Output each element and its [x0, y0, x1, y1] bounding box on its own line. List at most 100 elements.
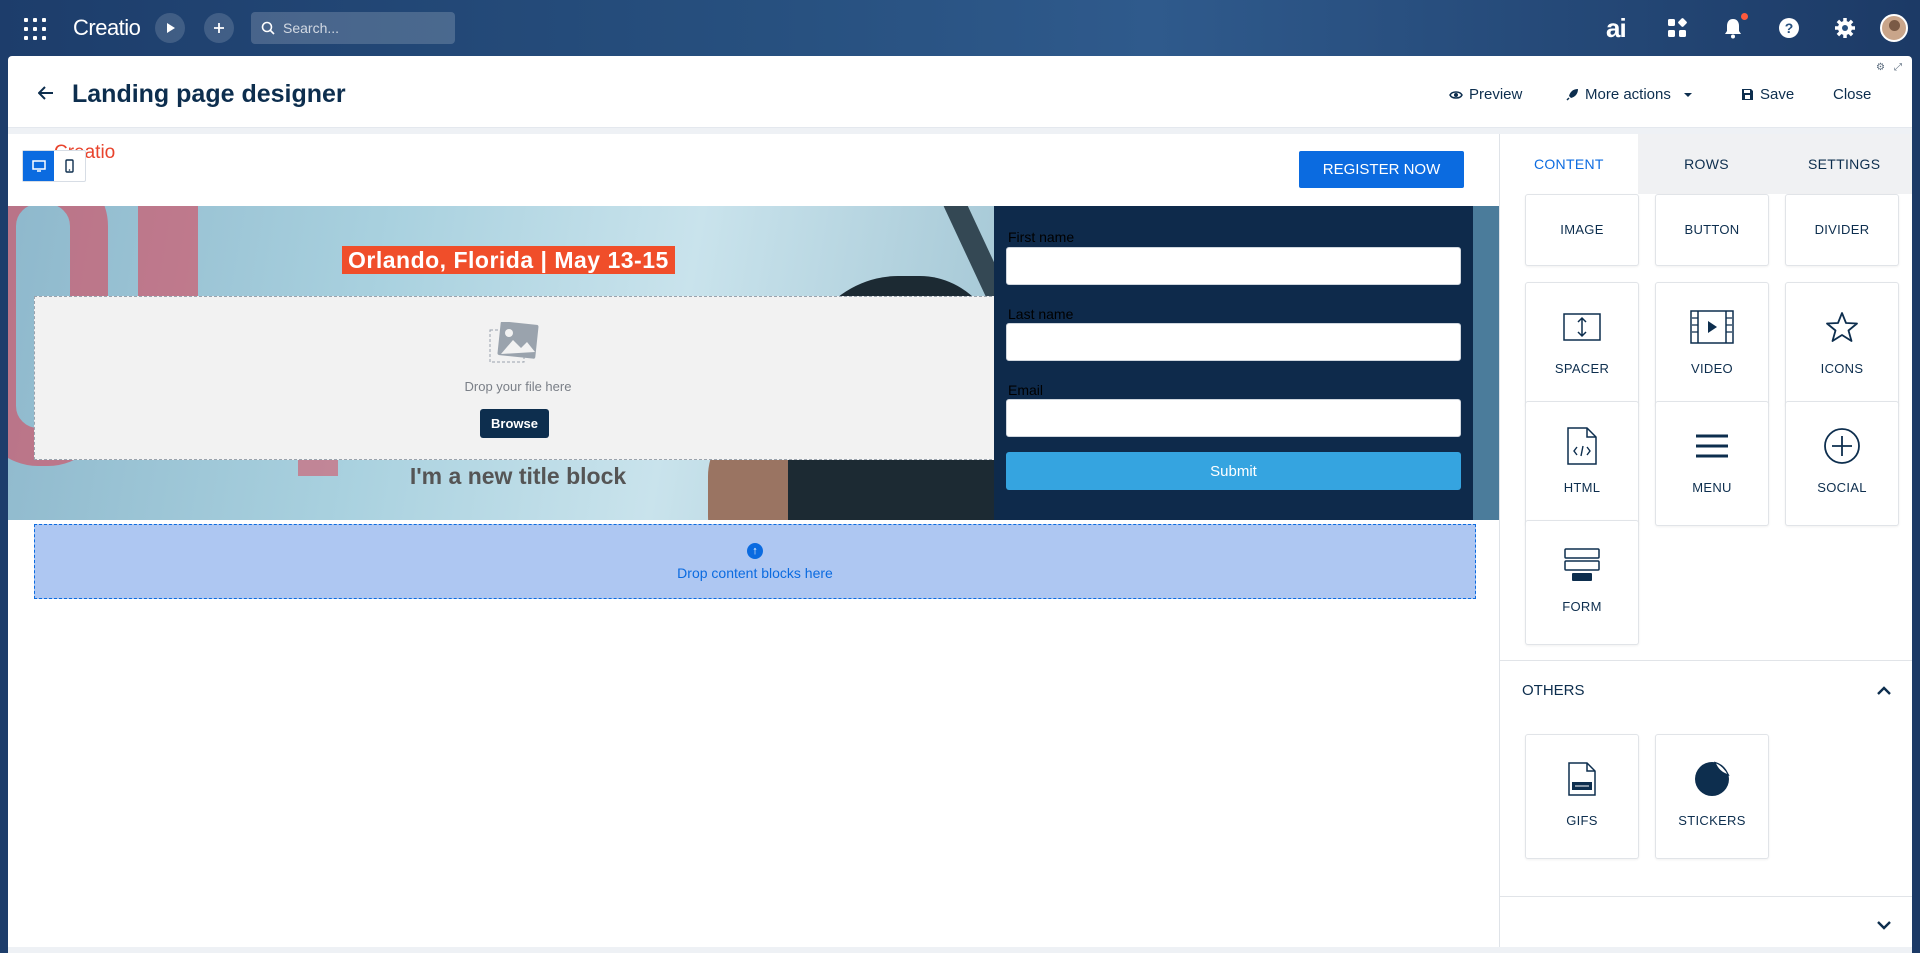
- apps-grid-icon[interactable]: [1663, 14, 1691, 42]
- first-name-label: First name: [1008, 229, 1075, 245]
- tab-content[interactable]: CONTENT: [1500, 134, 1638, 194]
- run-process-button[interactable]: [155, 13, 185, 43]
- settings-gear-icon[interactable]: [1831, 14, 1859, 42]
- tile-html[interactable]: HTML: [1525, 401, 1639, 526]
- app-launcher-icon[interactable]: [24, 18, 46, 40]
- user-avatar[interactable]: [1880, 14, 1908, 42]
- tab-rows[interactable]: ROWS: [1638, 134, 1776, 194]
- register-now-button[interactable]: REGISTER NOW: [1299, 151, 1464, 188]
- gif-file-icon: [1526, 757, 1638, 801]
- tile-video[interactable]: VIDEO: [1655, 282, 1769, 407]
- tile-button[interactable]: BUTTON: [1655, 194, 1769, 266]
- star-icon: [1786, 305, 1898, 349]
- others-section-header[interactable]: OTHERS: [1500, 660, 1912, 720]
- tab-settings[interactable]: SETTINGS: [1775, 134, 1912, 194]
- arrow-up-circle-icon: ↑: [747, 542, 763, 559]
- more-actions-button[interactable]: More actions: [1566, 86, 1693, 103]
- panel-tabs: CONTENT ROWS SETTINGS: [1500, 134, 1912, 194]
- tile-label: GIFS: [1566, 813, 1598, 828]
- drop-blocks-text: Drop content blocks here: [677, 564, 833, 581]
- creatio-logo[interactable]: Creatio: [73, 15, 141, 41]
- preview-button[interactable]: Preview: [1449, 86, 1522, 103]
- back-arrow-icon[interactable]: [37, 84, 54, 105]
- last-name-field[interactable]: [1006, 323, 1461, 361]
- search-icon: [261, 21, 275, 35]
- tile-icons[interactable]: ICONS: [1785, 282, 1899, 407]
- image-placeholder-icon: [489, 322, 539, 363]
- eye-icon: [1449, 90, 1463, 99]
- title-block[interactable]: I'm a new title block: [308, 463, 728, 490]
- mobile-icon: [65, 159, 74, 173]
- tile-menu[interactable]: MENU: [1655, 401, 1769, 526]
- tile-label: DIVIDER: [1814, 222, 1870, 237]
- save-button[interactable]: Save: [1741, 86, 1794, 103]
- form-icon: [1526, 543, 1638, 587]
- date-banner[interactable]: Orlando, Florida | May 13-15: [342, 246, 675, 274]
- page-bottom-edge: [8, 947, 1912, 953]
- svg-text:?: ?: [1785, 20, 1794, 36]
- tile-label: IMAGE: [1560, 222, 1604, 237]
- spacer-icon: [1526, 305, 1638, 349]
- device-switcher: [22, 150, 86, 182]
- top-bar: Creatio Search... ai ?: [0, 0, 1920, 56]
- chevron-up-icon[interactable]: [1877, 686, 1891, 695]
- others-title: OTHERS: [1522, 682, 1585, 699]
- tile-gifs[interactable]: GIFS: [1525, 734, 1639, 859]
- tile-stickers[interactable]: STICKERS: [1655, 734, 1769, 859]
- more-actions-label: More actions: [1585, 86, 1671, 103]
- content-drop-zone[interactable]: ↑ Drop content blocks here: [34, 524, 1476, 599]
- tile-label: HTML: [1563, 480, 1601, 495]
- tile-image[interactable]: IMAGE: [1525, 194, 1639, 266]
- desktop-icon: [31, 160, 46, 172]
- tile-social[interactable]: SOCIAL: [1785, 401, 1899, 526]
- search-placeholder: Search...: [283, 20, 340, 36]
- tile-form[interactable]: FORM: [1525, 520, 1639, 645]
- designer-page: ⚙ ⤢ Landing page designer Preview More a…: [8, 56, 1912, 953]
- caret-down-icon: [1683, 92, 1692, 97]
- save-label: Save: [1760, 86, 1795, 103]
- chevron-down-icon[interactable]: [1877, 920, 1891, 930]
- rocket-icon: [1566, 89, 1578, 101]
- tile-divider[interactable]: DIVIDER: [1785, 194, 1899, 266]
- hero-section[interactable]: Orlando, Florida | May 13-15 Drop your f…: [8, 206, 1499, 520]
- add-button[interactable]: [204, 13, 234, 43]
- tile-label: FORM: [1562, 599, 1602, 614]
- drop-file-text: Drop your file here: [464, 379, 572, 394]
- help-icon[interactable]: ?: [1775, 14, 1803, 42]
- tile-spacer[interactable]: SPACER: [1525, 282, 1639, 407]
- signup-form[interactable]: First name Last name Email Submit: [994, 206, 1473, 520]
- tile-label: ICONS: [1820, 361, 1864, 376]
- tile-label: VIDEO: [1691, 361, 1733, 376]
- html-file-icon: [1526, 424, 1638, 468]
- tile-label: MENU: [1692, 480, 1732, 495]
- hero-bg-edge: [1473, 206, 1499, 520]
- submit-button[interactable]: Submit: [1006, 452, 1461, 490]
- mobile-view-button[interactable]: [54, 151, 85, 181]
- tile-label: SOCIAL: [1817, 480, 1867, 495]
- email-label: Email: [1008, 382, 1044, 398]
- design-canvas[interactable]: Creatio REGISTER NOW Orlando, Florida | …: [8, 134, 1499, 953]
- video-icon: [1656, 305, 1768, 349]
- browse-button[interactable]: Browse: [480, 409, 549, 438]
- sticker-icon: [1656, 757, 1768, 801]
- image-drop-zone[interactable]: Drop your file here Browse: [34, 296, 1002, 460]
- plus-circle-icon: [1786, 424, 1898, 468]
- global-search-input[interactable]: Search...: [251, 12, 455, 44]
- page-header: Landing page designer Preview More actio…: [8, 56, 1912, 128]
- builder-side-panel: CONTENT ROWS SETTINGS IMAGE BUTTON DIVID…: [1499, 134, 1912, 953]
- ai-assistant-button[interactable]: ai: [1606, 13, 1627, 44]
- first-name-field[interactable]: [1006, 247, 1461, 285]
- desktop-view-button[interactable]: [23, 151, 54, 181]
- page-title: Landing page designer: [72, 80, 346, 108]
- close-button[interactable]: Close: [1833, 86, 1871, 103]
- play-icon: [167, 23, 175, 33]
- panel-footer: [1500, 896, 1912, 953]
- notification-dot: [1741, 13, 1748, 20]
- tile-label: BUTTON: [1684, 222, 1740, 237]
- tile-label: STICKERS: [1678, 813, 1746, 828]
- email-field[interactable]: [1006, 399, 1461, 437]
- plus-icon: [214, 23, 224, 33]
- preview-label: Preview: [1469, 86, 1523, 103]
- hamburger-menu-icon: [1656, 424, 1768, 468]
- tile-label: SPACER: [1554, 361, 1610, 376]
